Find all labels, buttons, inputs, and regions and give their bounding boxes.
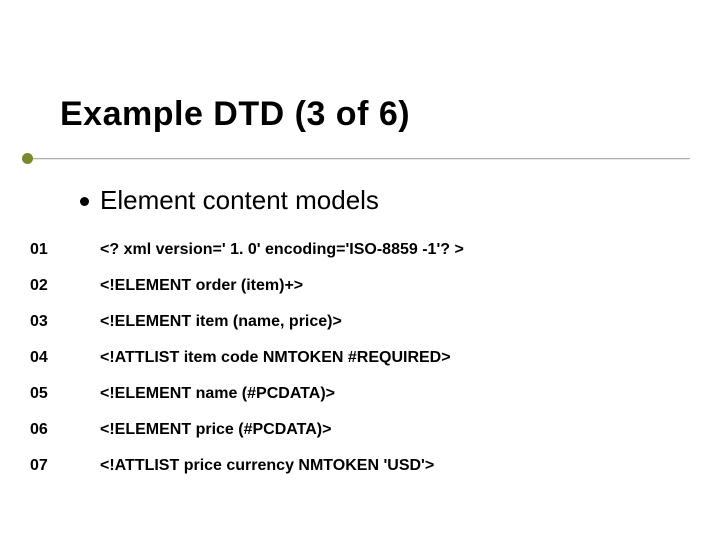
line-number: 02	[30, 277, 100, 295]
table-row: 06 <!ELEMENT price (#PCDATA)>	[30, 412, 670, 448]
line-number: 04	[30, 349, 100, 367]
line-number: 01	[30, 241, 100, 259]
line-number: 07	[30, 457, 100, 475]
line-number: 05	[30, 385, 100, 403]
bullet-icon	[80, 197, 89, 206]
code-line: <!ATTLIST price currency NMTOKEN 'USD'>	[100, 457, 670, 475]
subhead: Element content models	[100, 185, 379, 216]
line-number: 06	[30, 421, 100, 439]
slide: Example DTD (3 of 6) Element content mod…	[0, 0, 720, 540]
table-row: 04 <!ATTLIST item code NMTOKEN #REQUIRED…	[30, 340, 670, 376]
code-line: <!ELEMENT item (name, price)>	[100, 313, 670, 331]
code-line: <!ELEMENT price (#PCDATA)>	[100, 421, 670, 439]
code-line: <!ELEMENT order (item)+>	[100, 277, 670, 295]
table-row: 01 <? xml version=' 1. 0' encoding='ISO-…	[30, 232, 670, 268]
table-row: 03 <!ELEMENT item (name, price)>	[30, 304, 670, 340]
line-number: 03	[30, 313, 100, 331]
slide-title: Example DTD (3 of 6)	[60, 95, 410, 134]
table-row: 07 <!ATTLIST price currency NMTOKEN 'USD…	[30, 448, 670, 484]
divider	[30, 158, 690, 159]
code-line: <? xml version=' 1. 0' encoding='ISO-885…	[100, 241, 670, 259]
code-line: <!ELEMENT name (#PCDATA)>	[100, 385, 670, 403]
table-row: 02 <!ELEMENT order (item)+>	[30, 268, 670, 304]
divider-dot	[22, 153, 33, 164]
code-line: <!ATTLIST item code NMTOKEN #REQUIRED>	[100, 349, 670, 367]
table-row: 05 <!ELEMENT name (#PCDATA)>	[30, 376, 670, 412]
code-table: 01 <? xml version=' 1. 0' encoding='ISO-…	[30, 232, 670, 484]
